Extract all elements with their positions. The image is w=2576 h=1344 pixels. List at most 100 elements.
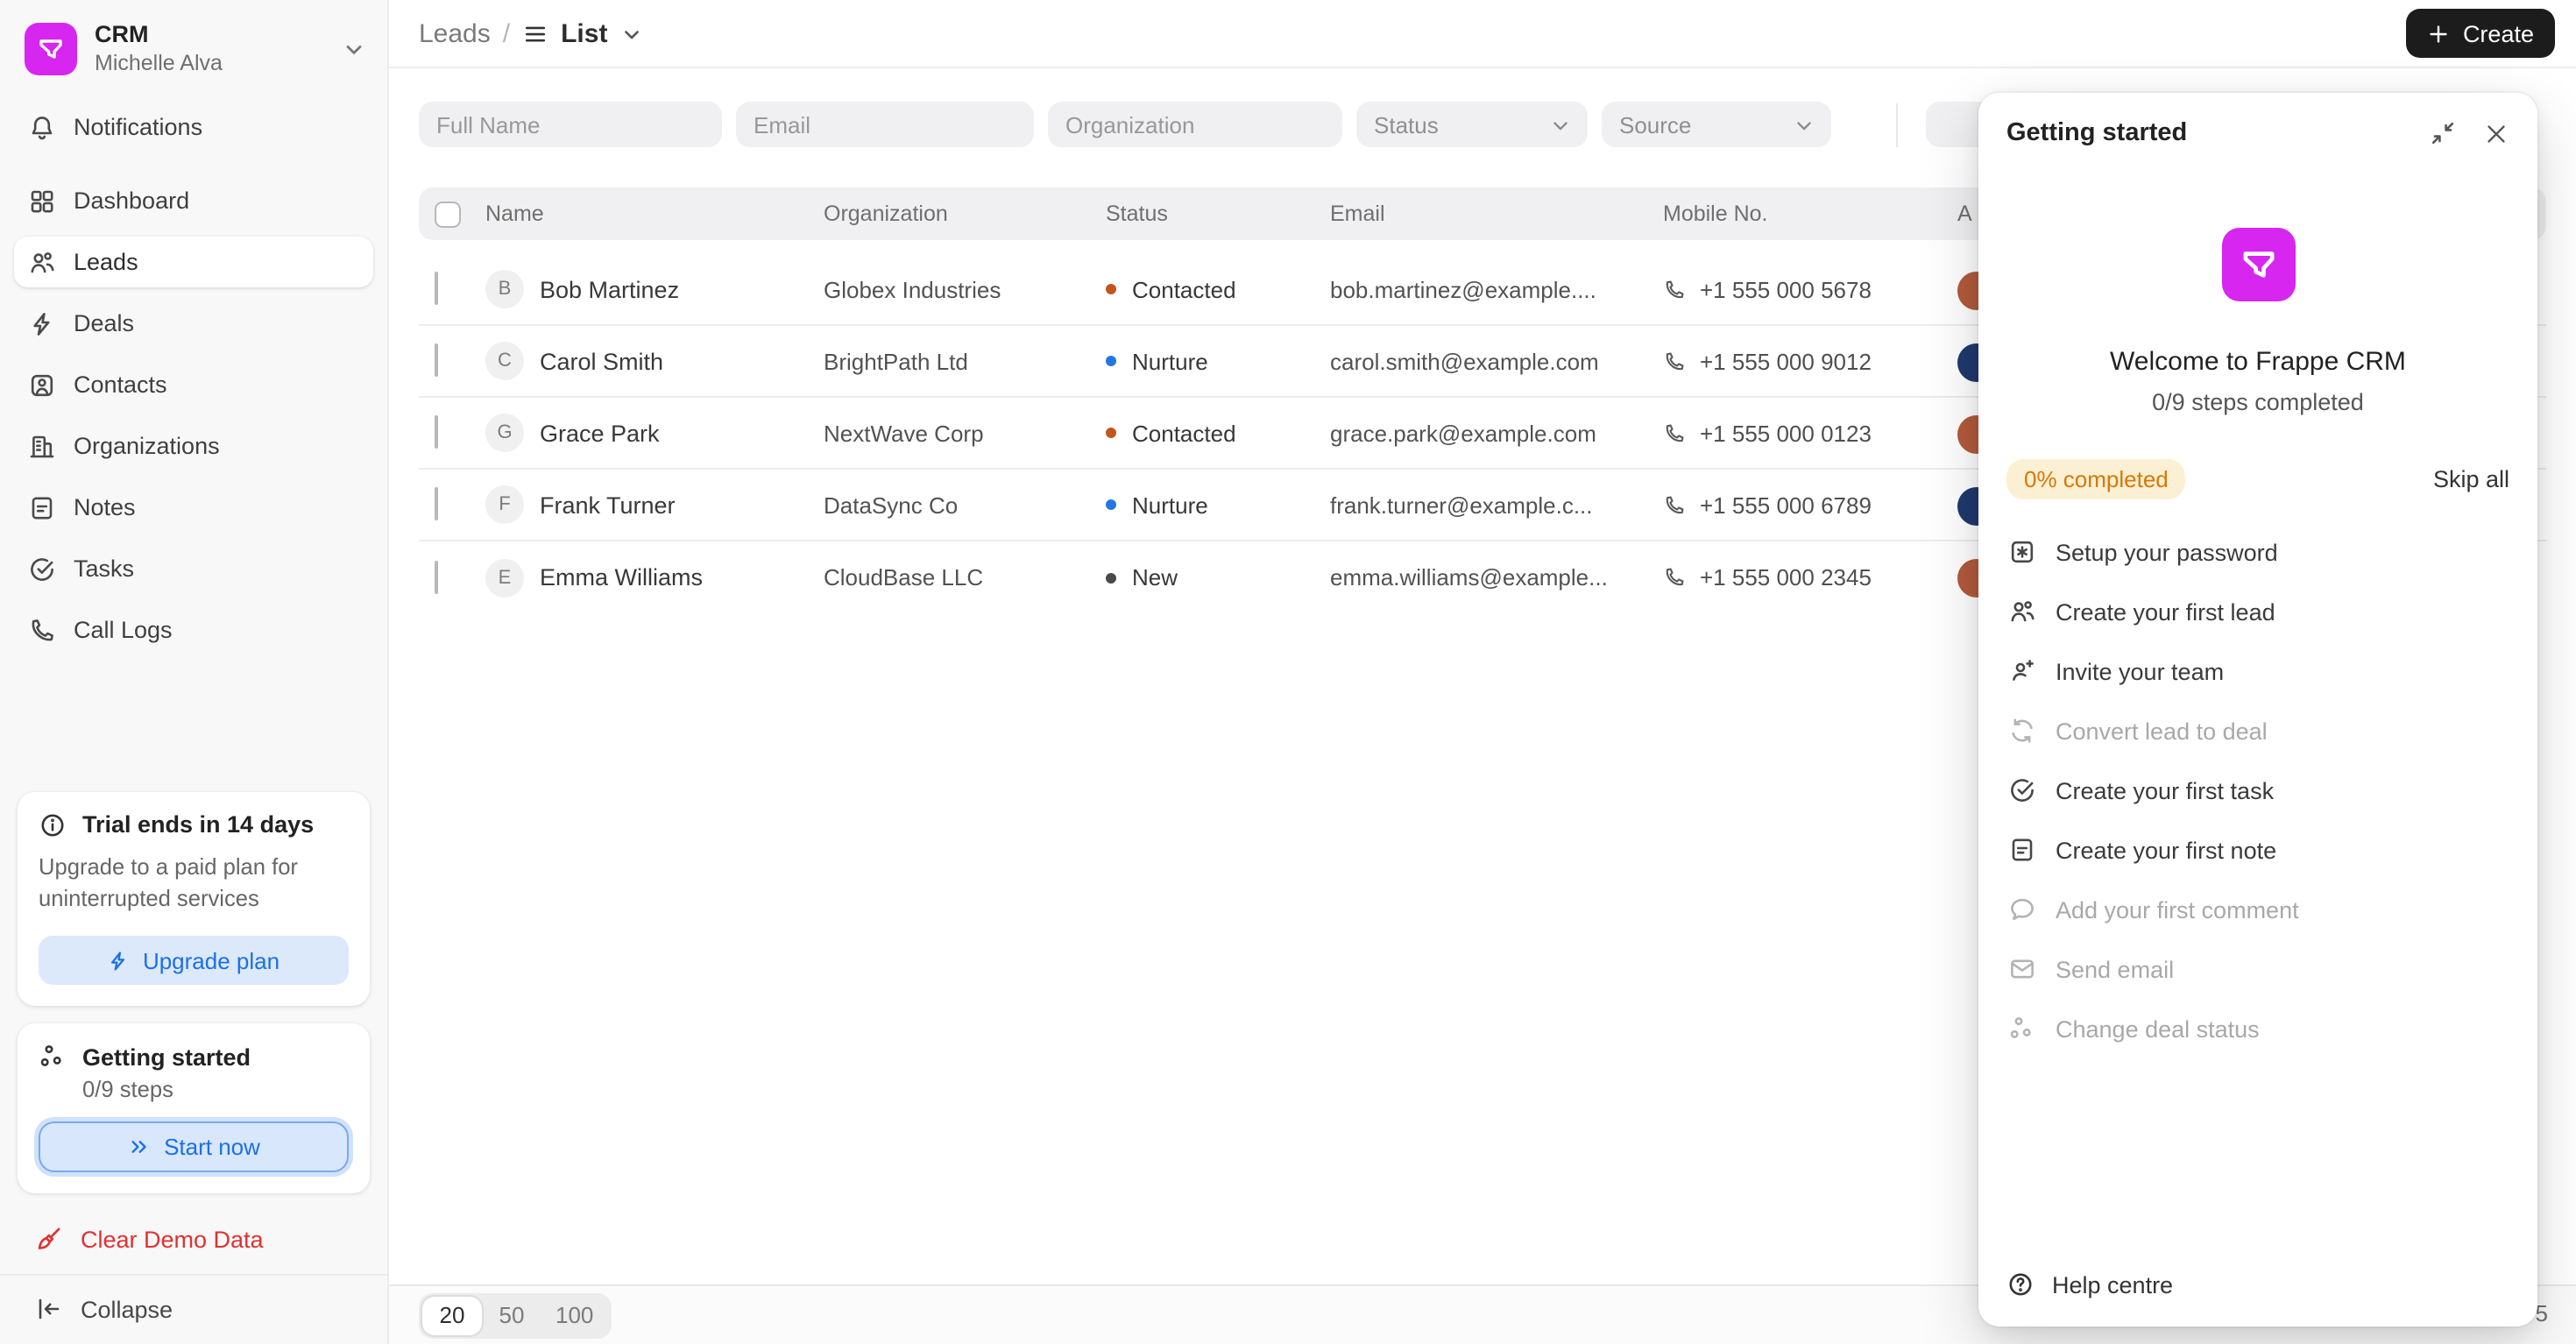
- step-create-first-note[interactable]: Create your first note: [1978, 820, 2537, 880]
- clear-demo-data-link[interactable]: Clear Demo Data: [0, 1211, 387, 1274]
- start-now-button[interactable]: Start now: [39, 1121, 349, 1172]
- row-checkbox[interactable]: [435, 560, 438, 593]
- sidebar-item-deals[interactable]: Deals: [14, 299, 373, 350]
- panel-title: Getting started: [2006, 119, 2188, 147]
- lead-name: Carol Smith: [540, 348, 664, 374]
- lead-name: Emma Williams: [540, 564, 703, 591]
- convert-icon: [2012, 718, 2033, 743]
- step-invite-team[interactable]: Invite your team: [1978, 641, 2537, 701]
- phone-icon: [1666, 495, 1684, 513]
- brush-icon: [38, 1227, 60, 1249]
- info-icon: [41, 814, 64, 837]
- step-convert-lead[interactable]: Convert lead to deal: [1978, 701, 2537, 760]
- step-change-deal-status[interactable]: Change deal status: [1978, 999, 2537, 1058]
- lead-email: emma.williams@example...: [1330, 564, 1608, 591]
- notes-icon: [32, 497, 53, 520]
- status-label: New: [1132, 564, 1178, 591]
- sidebar-item-call-logs[interactable]: Call Logs: [14, 605, 373, 656]
- sidebar-item-label: Deals: [74, 310, 135, 337]
- chevron-down-icon: [1797, 121, 1811, 130]
- sidebar-item-tasks[interactable]: Tasks: [14, 544, 373, 595]
- sidebar-item-label: Contacts: [74, 371, 167, 399]
- filter-status-select[interactable]: Status: [1356, 102, 1588, 147]
- page-size-50[interactable]: 50: [482, 1296, 541, 1334]
- frappe-crm-logo: [2221, 228, 2295, 301]
- password-icon: [2011, 541, 2034, 563]
- sidebar-item-notes[interactable]: Notes: [14, 483, 373, 534]
- topbar: Leads / List Create: [389, 0, 2576, 68]
- filter-full-name-input[interactable]: [419, 102, 722, 147]
- row-checkbox[interactable]: [435, 487, 438, 520]
- filter-organization-input[interactable]: [1048, 102, 1342, 147]
- row-checkbox[interactable]: [435, 415, 438, 449]
- minimize-icon[interactable]: [2429, 119, 2457, 147]
- skip-all-button[interactable]: Skip all: [2433, 466, 2509, 492]
- view-name: List: [561, 18, 608, 48]
- chevron-down-icon: [346, 46, 362, 55]
- sidebar-item-notifications[interactable]: Notifications: [14, 103, 373, 153]
- chevron-down-icon: [624, 30, 639, 39]
- step-create-first-lead[interactable]: Create your first lead: [1978, 582, 2537, 641]
- row-checkbox[interactable]: [435, 272, 438, 305]
- breadcrumb-leads[interactable]: Leads: [419, 18, 491, 48]
- main-content: Leads / List Create Status: [389, 0, 2576, 1344]
- status-label: Nurture: [1132, 348, 1208, 374]
- sidebar-item-label: Notes: [74, 494, 136, 521]
- lead-email: frank.turner@example.c...: [1330, 492, 1593, 518]
- crm-app: CRM Michelle Alva Notifications Dashboar…: [0, 0, 2576, 1344]
- column-header-status[interactable]: Status: [1106, 202, 1330, 226]
- status-ring-icon: [1106, 428, 1116, 438]
- getting-started-card: Getting started 0/9 steps Start now: [18, 1023, 370, 1193]
- upgrade-plan-button[interactable]: Upgrade plan: [39, 936, 349, 985]
- lead-organization: BrightPath Ltd: [824, 348, 968, 374]
- column-header-email[interactable]: Email: [1330, 202, 1663, 226]
- row-checkbox[interactable]: [435, 343, 438, 377]
- close-icon[interactable]: [2483, 120, 2509, 146]
- status-circles-icon: [2010, 1017, 2031, 1038]
- sidebar-item-label: Leads: [74, 249, 138, 276]
- step-add-first-comment[interactable]: Add your first comment: [1978, 880, 2537, 939]
- workspace-switcher[interactable]: CRM Michelle Alva: [0, 0, 387, 95]
- select-all-checkbox[interactable]: [435, 201, 461, 228]
- step-send-email[interactable]: Send email: [1978, 939, 2537, 999]
- view-switcher[interactable]: List: [522, 18, 642, 48]
- create-button[interactable]: Create: [2406, 9, 2555, 58]
- filter-source-select[interactable]: Source: [1602, 102, 1831, 147]
- filter-email-input[interactable]: [736, 102, 1034, 147]
- sidebar-item-label: Dashboard: [74, 187, 190, 215]
- lead-mobile: +1 555 000 9012: [1700, 348, 1872, 374]
- help-centre-link[interactable]: Help centre: [1978, 1246, 2537, 1326]
- status-label: Contacted: [1132, 276, 1236, 302]
- avatar: C: [485, 342, 524, 380]
- email-icon: [2011, 959, 2034, 979]
- filter-divider: [1896, 103, 1898, 146]
- sidebar-item-label: Notifications: [74, 114, 203, 141]
- dashboard-icon: [31, 190, 53, 213]
- sidebar-item-leads[interactable]: Leads: [14, 237, 373, 288]
- chevron-down-icon: [1553, 121, 1568, 130]
- column-header-name[interactable]: Name: [485, 202, 824, 226]
- sidebar-item-dashboard[interactable]: Dashboard: [14, 176, 373, 227]
- steps-icon: [40, 1045, 61, 1066]
- column-header-mobile[interactable]: Mobile No.: [1663, 202, 1957, 226]
- crm-logo: [25, 23, 77, 76]
- breadcrumb: Leads / List: [419, 18, 642, 48]
- step-create-first-task[interactable]: Create your first task: [1978, 760, 2537, 820]
- collapse-icon: [39, 1298, 60, 1319]
- user-name: Michelle Alva: [95, 51, 223, 76]
- page-size-20[interactable]: 20: [422, 1296, 482, 1334]
- page-size-100[interactable]: 100: [541, 1296, 607, 1334]
- sidebar-item-organizations[interactable]: Organizations: [14, 421, 373, 472]
- trial-title: Trial ends in 14 days: [82, 811, 315, 838]
- sidebar: CRM Michelle Alva Notifications Dashboar…: [0, 0, 389, 1344]
- sidebar-nav: Notifications Dashboard Leads Deals Cont…: [0, 95, 387, 667]
- list-view-icon: [526, 25, 546, 41]
- lead-organization: NextWave Corp: [824, 420, 984, 446]
- collapse-sidebar-button[interactable]: Collapse: [0, 1274, 387, 1344]
- step-setup-password[interactable]: Setup your password: [1978, 522, 2537, 582]
- steps-completed: 0/9 steps completed: [2152, 389, 2364, 415]
- column-header-organization[interactable]: Organization: [824, 202, 1106, 226]
- sidebar-item-contacts[interactable]: Contacts: [14, 360, 373, 411]
- trial-card: Trial ends in 14 days Upgrade to a paid …: [18, 791, 370, 1006]
- avatar: G: [485, 414, 524, 452]
